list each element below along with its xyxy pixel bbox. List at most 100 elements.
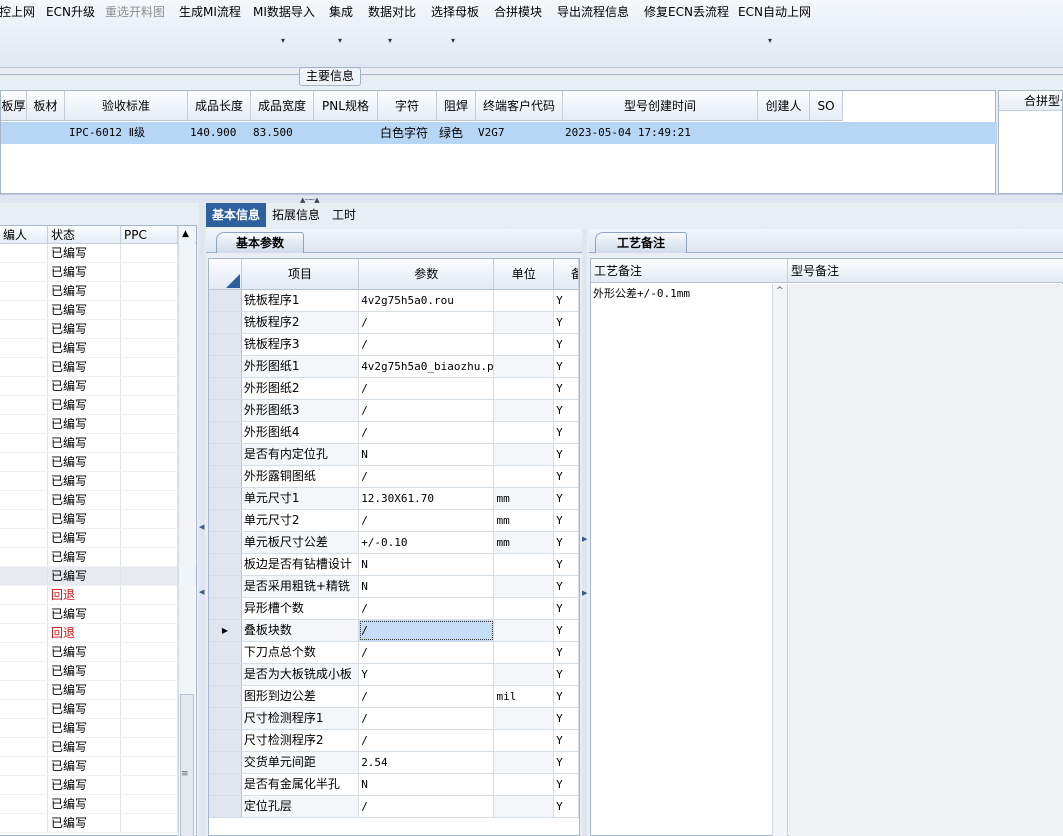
- horizontal-splitter[interactable]: ▲········▲: [0, 194, 1063, 204]
- param-value[interactable]: /: [359, 400, 495, 421]
- list-item[interactable]: 已编写: [0, 263, 196, 282]
- menu-mi-data-import[interactable]: MI数据导入: [253, 3, 315, 20]
- list-item[interactable]: 已编写: [0, 681, 196, 700]
- table-row[interactable]: 外形图纸1 4v2g75h5a0_biaozhu.pdf Y: [209, 356, 579, 378]
- menu-export-flow-info[interactable]: 导出流程信息: [557, 3, 629, 20]
- param-value[interactable]: /: [359, 466, 495, 487]
- list-item[interactable]: 已编写: [0, 795, 196, 814]
- table-row[interactable]: ▶ 叠板块数 / Y: [209, 620, 579, 642]
- column-header[interactable]: 终端客户代码: [476, 91, 563, 121]
- list-item[interactable]: 已编写: [0, 434, 196, 453]
- chevron-down-icon[interactable]: ▾: [451, 36, 455, 45]
- list-item[interactable]: 已编写: [0, 472, 196, 491]
- list-item[interactable]: 已编写: [0, 301, 196, 320]
- menu-fix-ecn-lost-flow[interactable]: 修复ECN丢流程: [644, 3, 729, 20]
- table-row[interactable]: 单元尺寸2/mm Y: [209, 510, 579, 532]
- list-item[interactable]: 已编写: [0, 605, 196, 624]
- process-notes-title[interactable]: 工艺备注: [595, 232, 687, 253]
- row-header[interactable]: [209, 664, 242, 685]
- param-value[interactable]: Y: [359, 664, 495, 685]
- vertical-scrollbar[interactable]: ^: [772, 284, 787, 836]
- collapse-left-icon[interactable]: ◀: [199, 588, 204, 596]
- list-item[interactable]: 已编写: [0, 814, 196, 833]
- table-row[interactable]: 异形槽个数 / Y: [209, 598, 579, 620]
- process-note-textarea[interactable]: 外形公差+/-0.1mm ^: [591, 284, 788, 836]
- list-item[interactable]: 已编写: [0, 757, 196, 776]
- column-header[interactable]: 阻焊: [437, 91, 476, 121]
- list-item[interactable]: 已编写: [0, 510, 196, 529]
- param-value[interactable]: /: [359, 686, 495, 707]
- table-row[interactable]: 交货单元间距 2.54 Y: [209, 752, 579, 774]
- param-value[interactable]: /: [359, 708, 495, 729]
- tab-extended-info[interactable]: 拓展信息: [266, 203, 326, 227]
- column-header[interactable]: 创建人: [758, 91, 810, 121]
- scroll-up-icon[interactable]: ^: [776, 286, 784, 296]
- table-row[interactable]: 是否有内定位孔 N Y: [209, 444, 579, 466]
- scroll-up-icon[interactable]: ▲: [182, 229, 189, 239]
- param-value[interactable]: N: [359, 774, 495, 795]
- param-value[interactable]: /: [359, 730, 495, 751]
- vertical-splitter[interactable]: ▶ ▶: [582, 229, 587, 836]
- table-row[interactable]: 是否有金属化半孔 N Y: [209, 774, 579, 796]
- row-header[interactable]: [209, 290, 242, 311]
- chevron-down-icon[interactable]: ▾: [388, 36, 392, 45]
- table-row[interactable]: 尺寸检测程序1/ Y: [209, 708, 579, 730]
- column-header[interactable]: SO: [810, 91, 843, 121]
- param-value[interactable]: /: [359, 642, 495, 663]
- table-row[interactable]: 铣板程序3/ Y: [209, 334, 579, 356]
- param-value[interactable]: 4v2g75h5a0_biaozhu.pdf: [359, 356, 495, 377]
- column-header[interactable]: 参数: [359, 259, 495, 290]
- chevron-down-icon[interactable]: ▾: [281, 36, 285, 45]
- row-header[interactable]: [209, 796, 242, 817]
- list-item[interactable]: 已编写: [0, 643, 196, 662]
- row-header[interactable]: [209, 532, 242, 553]
- row-header[interactable]: [209, 488, 242, 509]
- list-item[interactable]: 已编写: [0, 320, 196, 339]
- param-value[interactable]: N: [359, 554, 495, 575]
- list-item[interactable]: 已编写: [0, 700, 196, 719]
- row-header[interactable]: [209, 444, 242, 465]
- column-header[interactable]: 验收标准: [65, 91, 188, 121]
- table-row[interactable]: 图形到边公差 / mil Y: [209, 686, 579, 708]
- row-header[interactable]: [209, 774, 242, 795]
- param-value[interactable]: /: [359, 598, 495, 619]
- column-header[interactable]: 板厚: [1, 91, 27, 121]
- row-header[interactable]: [209, 422, 242, 443]
- table-row[interactable]: IPC-6012 Ⅱ级 140.900 83.500 白色字符 绿色 V2G7 …: [1, 122, 997, 144]
- menu-online-control[interactable]: 控上网: [0, 3, 35, 20]
- select-all-corner[interactable]: [209, 259, 242, 290]
- row-header[interactable]: [209, 510, 242, 531]
- list-item[interactable]: 已编写: [0, 567, 196, 586]
- column-header[interactable]: 状态: [48, 226, 121, 244]
- table-row[interactable]: 外形露铜图纸 / Y: [209, 466, 579, 488]
- row-header[interactable]: [209, 378, 242, 399]
- vertical-scrollbar[interactable]: ▲ ≡: [178, 226, 195, 836]
- column-header[interactable]: 板材: [27, 91, 65, 121]
- table-row[interactable]: 是否采用粗铣+精铣 N Y: [209, 576, 579, 598]
- row-header[interactable]: [209, 334, 242, 355]
- param-value[interactable]: +/-0.10: [359, 532, 495, 553]
- list-item[interactable]: 已编写: [0, 529, 196, 548]
- row-header[interactable]: [209, 686, 242, 707]
- list-item[interactable]: 已编写: [0, 396, 196, 415]
- param-value[interactable]: /: [359, 510, 495, 531]
- param-value[interactable]: 2.54: [359, 752, 495, 773]
- list-item[interactable]: 已编写: [0, 453, 196, 472]
- row-header[interactable]: [209, 642, 242, 663]
- table-row[interactable]: 板边是否有钻槽设计 N Y: [209, 554, 579, 576]
- column-header[interactable]: PPC: [121, 226, 178, 244]
- param-value[interactable]: 12.30X61.70: [359, 488, 495, 509]
- column-header[interactable]: 单位: [494, 259, 555, 290]
- row-header[interactable]: ▶: [209, 620, 242, 641]
- menu-data-compare[interactable]: 数据对比: [368, 3, 416, 20]
- table-row[interactable]: 外形图纸4/ Y: [209, 422, 579, 444]
- collapse-right-icon[interactable]: ▶: [582, 589, 587, 597]
- menu-integration[interactable]: 集成: [329, 3, 353, 20]
- list-item[interactable]: 已编写: [0, 244, 196, 263]
- column-header[interactable]: 编人: [0, 226, 48, 244]
- row-header[interactable]: [209, 356, 242, 377]
- list-item[interactable]: 已编写: [0, 377, 196, 396]
- param-value[interactable]: /: [359, 422, 495, 443]
- list-item[interactable]: 回退: [0, 586, 196, 605]
- vertical-splitter[interactable]: ◀ ◀: [199, 203, 205, 836]
